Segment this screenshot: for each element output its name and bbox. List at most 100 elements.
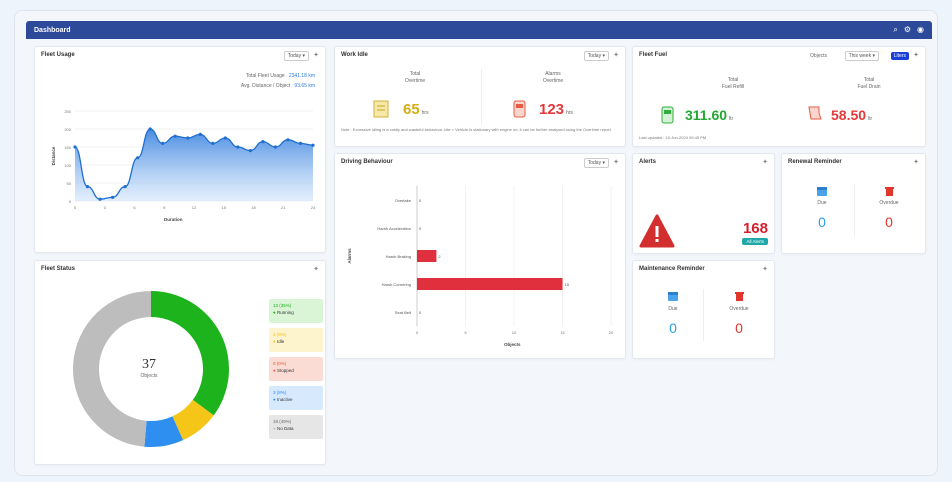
y-tick-label: 200: [64, 127, 71, 132]
legend-label: ● No Data: [273, 426, 294, 431]
legend-item-stopped[interactable]: 0 (0%) ● Stopped: [269, 357, 323, 381]
renewal-reminder-card: Renewal Reminder ✦ Due 0 Overdue 0: [781, 153, 926, 254]
work-idle-title: Work Idle: [341, 52, 368, 58]
x-tick-label: 21: [281, 205, 286, 210]
driving-behaviour-period-select[interactable]: Today ▾: [583, 158, 609, 168]
usage-point: [85, 185, 90, 189]
legend-count: 18 (49%): [273, 419, 292, 424]
usage-point: [298, 141, 303, 145]
x-axis-label: Duration: [164, 217, 183, 222]
trash-icon: [885, 187, 894, 196]
x-tick-label: 15: [222, 205, 227, 210]
x-tick-label: 0: [74, 205, 77, 210]
usage-point: [161, 141, 165, 145]
legend-item-idle[interactable]: 3 (8%) ● Idle: [269, 328, 323, 352]
bar-value-label: 0: [419, 226, 422, 231]
renewal-due-label: Due: [817, 200, 827, 206]
x-tick-label: 15: [560, 330, 565, 335]
x-tick-label: 10: [512, 330, 517, 335]
search-icon[interactable]: ⌕: [893, 25, 897, 35]
fleet-fuel-right-label-1: Total: [863, 77, 875, 83]
work-idle-left-unit: hrs: [421, 110, 429, 116]
gear-icon[interactable]: ⚙: [904, 25, 911, 35]
y-tick-label: 50: [67, 181, 72, 186]
usage-point: [186, 136, 190, 140]
fleet-fuel-left-label-2: Fuel Refill: [721, 84, 745, 90]
x-tick-label: 3: [104, 205, 107, 210]
usage-point: [273, 145, 278, 149]
usage-point: [198, 132, 202, 136]
fleet-fuel-right-value: 58.50: [831, 107, 867, 123]
legend-item-inactive[interactable]: 3 (8%) ● Inactive: [269, 386, 323, 410]
usage-point: [223, 136, 227, 140]
maintenance-reminder-menu-icon[interactable]: ✦: [762, 265, 768, 273]
fleet-usage-menu-icon[interactable]: ✦: [313, 51, 319, 59]
usage-point: [98, 197, 102, 201]
x-tick-label: 9: [163, 205, 166, 210]
fleet-fuel-right-unit: ltr: [868, 116, 873, 122]
work-idle-menu-icon[interactable]: ✦: [613, 51, 619, 59]
fuel-pump-icon: [513, 100, 526, 118]
work-idle-period-select[interactable]: Today ▾: [583, 51, 609, 61]
legend-count: 0 (0%): [273, 361, 287, 366]
fleet-fuel-menu-icon[interactable]: ✦: [913, 51, 919, 59]
legend-label: ● Inactive: [273, 397, 293, 402]
usage-point: [261, 140, 265, 144]
renewal-due-value: 0: [818, 214, 826, 230]
work-idle-right-unit: hrs: [565, 110, 573, 116]
usage-point: [248, 149, 252, 153]
x-axis-label: Objects: [504, 342, 521, 347]
driving-behaviour-menu-icon[interactable]: ✦: [613, 158, 619, 166]
alerts-menu-icon[interactable]: ✦: [762, 158, 768, 166]
fleet-status-total-label: Objects: [140, 373, 158, 379]
fleet-usage-period-select[interactable]: Today ▾: [283, 51, 309, 61]
fleet-fuel-badge[interactable]: Liters: [890, 52, 909, 60]
all-alerts-button[interactable]: All Alerts: [742, 238, 768, 245]
fleet-fuel-filter-1[interactable]: Objects: [810, 53, 827, 59]
x-tick-label: 24: [311, 205, 316, 210]
fleet-status-menu-icon[interactable]: ✦: [313, 265, 319, 273]
legend-item-no-data[interactable]: 18 (49%) ● No Data: [269, 415, 323, 439]
fleet-fuel-period-select[interactable]: This week ▾: [844, 51, 879, 61]
legend-count: 13 (35%): [273, 303, 292, 308]
legend-item-running[interactable]: 13 (35%) ● Running: [269, 299, 323, 323]
alerts-title: Alerts: [639, 159, 657, 165]
usage-point: [123, 185, 127, 189]
work-idle-right-value: 123: [539, 101, 565, 118]
user-icon[interactable]: ◉: [917, 25, 924, 35]
behaviour-bar: [417, 250, 437, 262]
legend-count: 3 (8%): [273, 332, 287, 337]
y-axis-label: Distance: [51, 146, 56, 165]
renewal-reminder-menu-icon[interactable]: ✦: [913, 158, 919, 166]
category-label: Harsh Braking: [386, 254, 411, 259]
work-idle-right-label-1: Alarms: [545, 71, 561, 77]
maintenance-due-label: Due: [668, 306, 678, 312]
behaviour-bar: [417, 278, 563, 290]
renewal-reminder-title: Renewal Reminder: [788, 159, 842, 165]
fleet-usage-title: Fleet Usage: [41, 52, 75, 58]
usage-point: [136, 156, 140, 160]
maintenance-due-value: 0: [669, 320, 677, 336]
calendar-icon: [817, 187, 827, 196]
maintenance-overdue-value: 0: [735, 320, 743, 336]
work-idle-left-value: 65: [403, 101, 420, 118]
trash-icon: [735, 292, 744, 301]
top-bar: Dashboard ⌕ ⚙ ◉: [26, 21, 932, 39]
usage-point: [311, 143, 315, 147]
bar-value-label: 0: [419, 310, 422, 315]
calendar-icon: [668, 292, 678, 301]
document-icon: [373, 100, 389, 118]
renewal-overdue-value: 0: [885, 214, 893, 230]
driving-behaviour-chart: 0 5 10 15 20Overtake 0Harsh Acceleration 0Hars…: [347, 186, 614, 347]
y-tick-label: 100: [64, 163, 71, 168]
category-label: Harsh Acceleration: [377, 226, 411, 231]
legend-label: ● Stopped: [273, 368, 294, 373]
fleet-fuel-card: Fleet Fuel Objects This week ▾ Liters ✦ …: [632, 46, 926, 147]
work-idle-right-label-2: Overtime: [542, 78, 564, 84]
maintenance-reminder-card: Maintenance Reminder ✦ Due 0 Overdue 0: [632, 260, 775, 359]
category-label: Harsh Cornering: [382, 282, 411, 287]
fleet-fuel-left-unit: ltr: [729, 116, 734, 122]
driving-behaviour-title: Driving Behaviour: [341, 159, 393, 165]
usage-point: [173, 134, 177, 138]
work-idle-note: Note : Excessive idling is a costly and …: [341, 127, 612, 132]
